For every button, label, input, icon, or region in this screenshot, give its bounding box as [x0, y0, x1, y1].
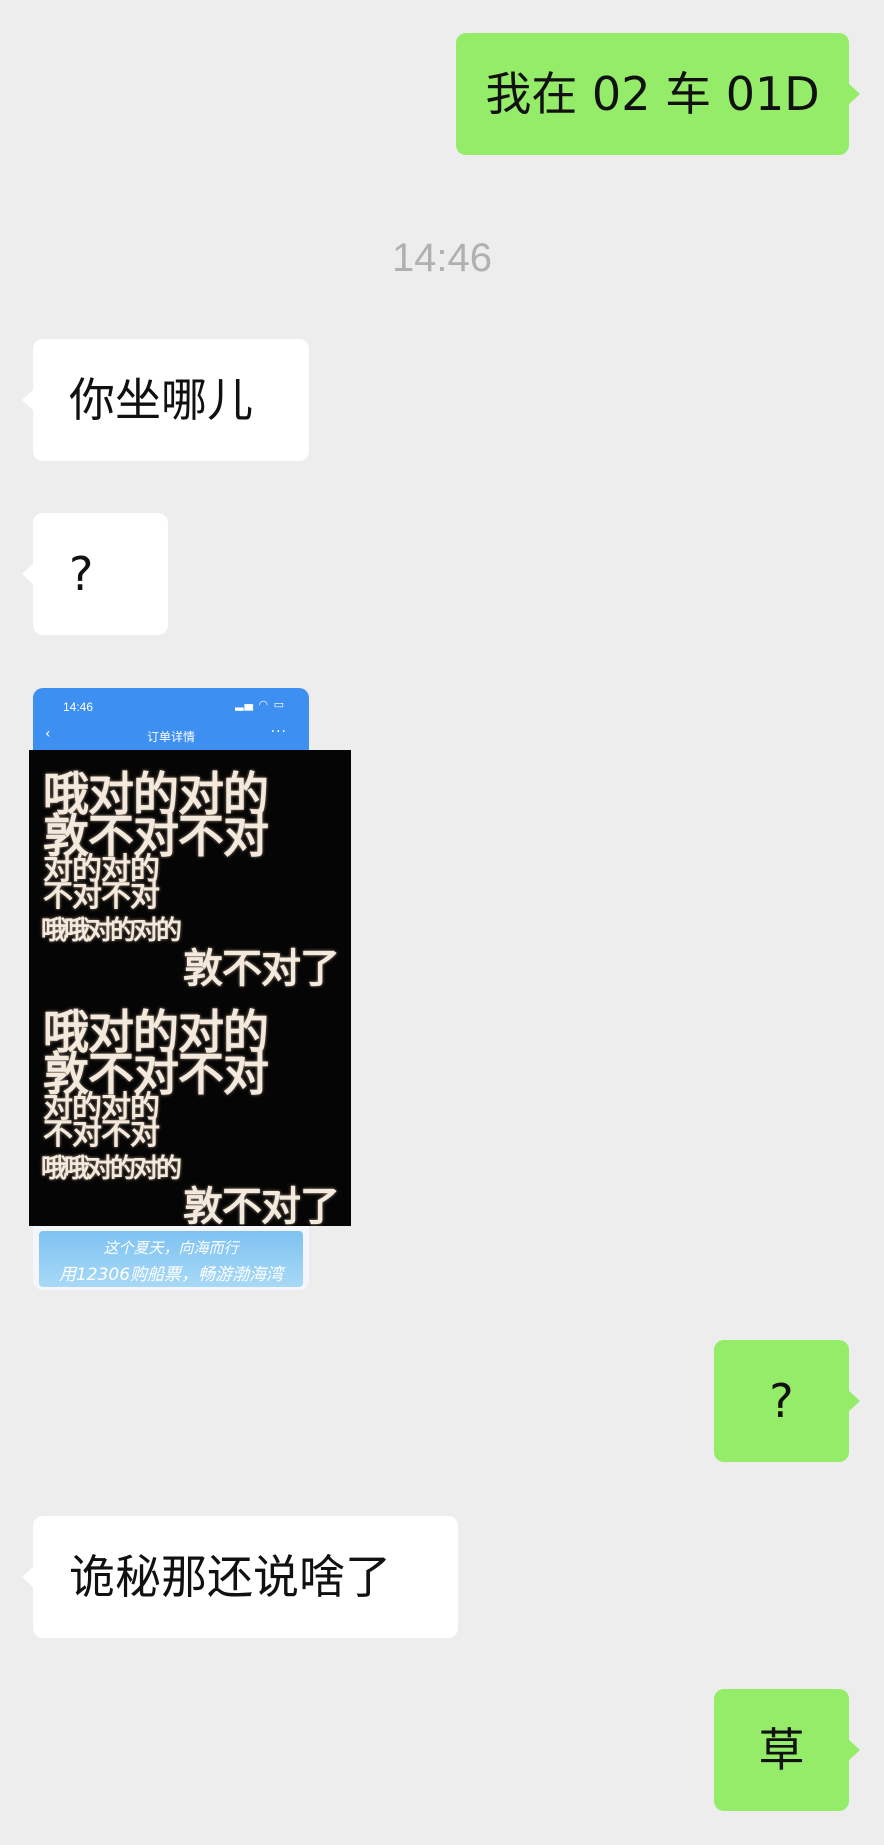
message-text: 诡秘那还说啥了	[69, 1550, 391, 1604]
message-text: 你坐哪儿	[69, 373, 253, 427]
message-text: 我在 02 车 01D	[485, 67, 820, 121]
message-timestamp: 14:46	[391, 236, 493, 280]
message-text: ?	[69, 547, 94, 601]
banner-line-1: 这个夏天，向海而行	[103, 1239, 239, 1257]
meme-line: 不对不对	[43, 879, 160, 914]
message-text: ?	[769, 1374, 794, 1428]
promo-banner: 这个夏天，向海而行 用12306购船票，畅游渤海湾	[39, 1231, 303, 1287]
banner-line-2: 用12306购船票，畅游渤海湾	[58, 1265, 284, 1285]
status-bar-icons: ▂▄ ◠ ▭	[235, 698, 285, 711]
message-text: 草	[758, 1723, 805, 1777]
message-bubble-outgoing[interactable]: ?	[714, 1340, 860, 1462]
message-bubble-outgoing[interactable]: 草	[714, 1689, 860, 1811]
page-title: 订单详情	[146, 730, 195, 744]
message-bubble-outgoing[interactable]: 我在 02 车 01D	[456, 33, 860, 155]
message-bubble-incoming[interactable]: 诡秘那还说啥了	[22, 1516, 458, 1638]
app-header: 14:46 ▂▄ ◠ ▭ ‹ 订单详情 ···	[33, 688, 309, 752]
meme-line: 敦不对了	[183, 1183, 340, 1226]
meme-sticker: 哦对的对的 敦不对不对 对的对的 不对不对 哦哦对的对的 敦不对了	[29, 988, 351, 1226]
image-message[interactable]: 14:46 ▂▄ ◠ ▭ ‹ 订单详情 ··· 这个夏天，向海而行 用12306…	[29, 688, 351, 1290]
meme-sticker: 哦对的对的 敦不对不对 对的对的 不对不对 哦哦对的对的 敦不对了	[29, 750, 351, 988]
meme-line: 哦哦对的对的	[41, 916, 182, 946]
status-time: 14:46	[63, 700, 94, 714]
meme-line: 不对不对	[43, 1117, 160, 1152]
meme-line: 哦哦对的对的	[41, 1154, 182, 1184]
more-icon: ···	[270, 724, 287, 740]
message-bubble-incoming[interactable]: ?	[22, 513, 168, 635]
meme-line: 敦不对了	[183, 945, 340, 988]
message-bubble-incoming[interactable]: 你坐哪儿	[22, 339, 309, 461]
